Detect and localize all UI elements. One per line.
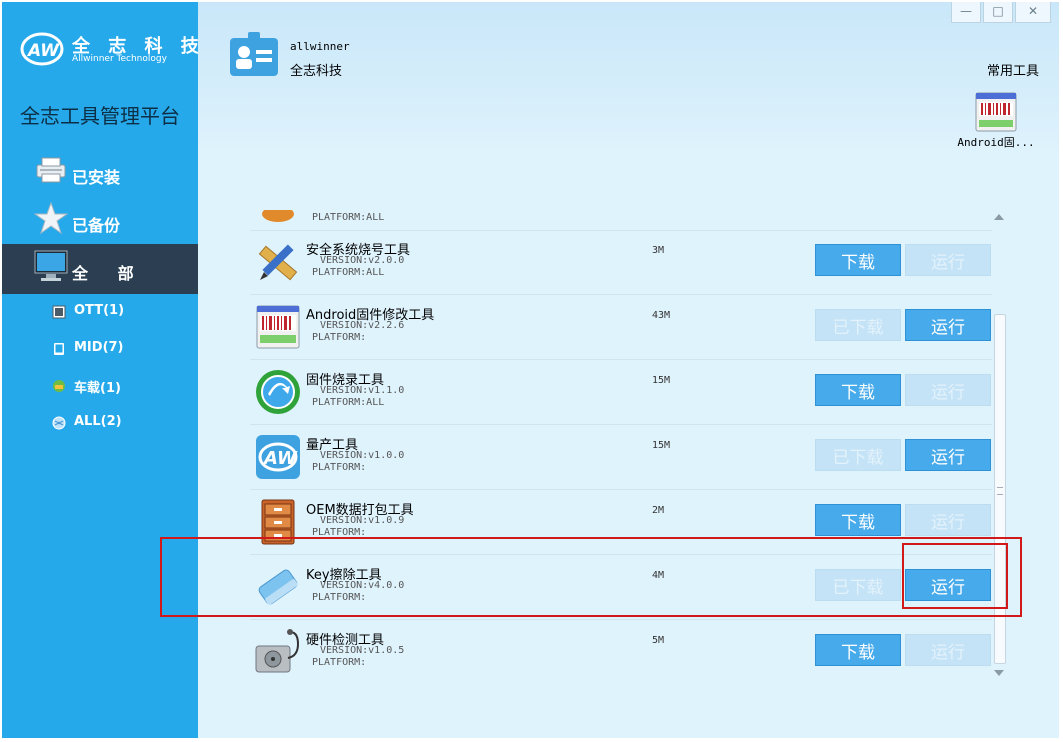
tool-size: 15M xyxy=(652,375,671,386)
nav-backed-up-label: 已备份 xyxy=(72,216,121,235)
tool-row: AW 量产工具 VERSION:v1.0.0 PLATFORM: 15M 已下载… xyxy=(250,425,992,490)
download-button[interactable]: 下载 xyxy=(815,504,901,536)
tool-version: VERSION:v1.0.9 xyxy=(320,515,405,526)
allwinner-logo-icon: AW xyxy=(256,435,300,479)
nav-all-label: 全 部 xyxy=(72,264,146,283)
category-all-label: ALL(2) xyxy=(74,414,122,429)
tool-row: 硬件检测工具 VERSION:v1.0.5 PLATFORM: 5M 下载 运行 xyxy=(250,620,992,680)
sidebar: AW 全 志 科 技 Allwinner Technology 全志工具管理平台… xyxy=(2,2,199,738)
category-car-label: 车载(1) xyxy=(74,381,121,396)
grip-icon xyxy=(997,487,1003,495)
tool-version: VERSION:v1.1.0 xyxy=(320,385,405,396)
tool-version: VERSION:v1.0.5 xyxy=(320,645,405,656)
pencil-ruler-icon xyxy=(258,244,298,281)
run-button[interactable]: 运行 xyxy=(905,309,991,341)
download-button[interactable]: 下载 xyxy=(815,244,901,276)
monitor-icon xyxy=(34,250,68,281)
logo: AW 全 志 科 技 Allwinner Technology xyxy=(20,30,199,74)
tool-row: 固件烧录工具 VERSION:v1.1.0 PLATFORM:ALL 15M 下… xyxy=(250,360,992,425)
org-subtitle: 全志科技 xyxy=(290,64,343,79)
globe-icon xyxy=(52,416,66,430)
tool-platform: PLATFORM: xyxy=(312,332,367,343)
run-button[interactable]: 运行 xyxy=(905,439,991,471)
id-card-icon xyxy=(230,32,278,76)
tool-row: 安全系统烧号工具 VERSION:v2.0.0 PLATFORM:ALL 3M … xyxy=(250,230,992,295)
run-button[interactable]: 运行 xyxy=(905,374,991,406)
printer-icon xyxy=(36,157,66,183)
platform-title: 全志工具管理平台 xyxy=(20,104,180,128)
tool-row: PLATFORM:ALL xyxy=(250,210,992,231)
tablet-icon xyxy=(54,343,64,355)
app-window: AW 全 志 科 技 Allwinner Technology 全志工具管理平台… xyxy=(2,2,1059,738)
tool-version: VERSION:v1.0.0 xyxy=(320,450,405,461)
scroll-up-arrow-icon[interactable] xyxy=(994,214,1004,220)
tool-size: 43M xyxy=(652,310,671,321)
tool-row: Android固件修改工具 VERSION:v2.2.6 PLATFORM: 4… xyxy=(250,295,992,360)
downloaded-button[interactable]: 已下载 xyxy=(815,439,901,471)
svg-text:AW: AW xyxy=(262,448,298,469)
run-button[interactable]: 运行 xyxy=(905,244,991,276)
tool-version: VERSION:v2.0.0 xyxy=(320,255,405,266)
download-button[interactable]: 下载 xyxy=(815,374,901,406)
run-button[interactable]: 运行 xyxy=(905,634,991,666)
org-name: allwinner xyxy=(290,40,350,53)
downloaded-button[interactable]: 已下载 xyxy=(815,309,901,341)
stethoscope-drive-icon xyxy=(255,629,300,673)
tool-platform: PLATFORM:ALL xyxy=(312,397,385,408)
barcode-icon xyxy=(256,305,300,349)
tool-size: 3M xyxy=(652,245,665,256)
minimize-button[interactable]: — xyxy=(951,2,981,23)
scroll-down-arrow-icon[interactable] xyxy=(994,670,1004,676)
firmware-burn-icon xyxy=(256,370,300,414)
tool-version: VERSION:v2.2.6 xyxy=(320,320,405,331)
car-icon xyxy=(53,380,65,392)
nav-backed-up[interactable]: 已备份 xyxy=(2,196,198,246)
category-mid-label: MID(7) xyxy=(74,340,124,355)
tool-platform: PLATFORM: xyxy=(312,657,367,668)
common-tool-android-firmware[interactable]: Android固... xyxy=(955,92,1037,149)
download-button[interactable]: 下载 xyxy=(815,634,901,666)
tool-size: 15M xyxy=(652,440,671,451)
highlight-run-button-box xyxy=(902,543,1008,609)
star-icon xyxy=(34,202,68,234)
tool-icon xyxy=(262,210,294,222)
tool-platform: PLATFORM:ALL xyxy=(312,267,385,278)
logo-text-en: Allwinner Technology xyxy=(72,54,167,64)
svg-text:AW: AW xyxy=(26,41,60,61)
maximize-button[interactable]: □ xyxy=(983,2,1013,23)
barcode-icon xyxy=(975,92,1017,132)
window-controls: — □ ✕ xyxy=(951,2,1051,24)
category-ott-label: OTT(1) xyxy=(74,303,125,318)
header: allwinner 全志科技 — □ ✕ 常用工具 Android固... xyxy=(198,2,1059,150)
common-tool-label: Android固... xyxy=(957,136,1035,149)
nav-installed[interactable]: 已安装 xyxy=(2,148,198,198)
nav-all[interactable]: 全 部 xyxy=(2,244,198,294)
tv-icon xyxy=(52,305,66,319)
common-tools-title: 常用工具 xyxy=(986,64,1039,79)
tool-size: 5M xyxy=(652,635,665,646)
allwinner-logo-icon: AW xyxy=(20,32,64,66)
highlight-row-box xyxy=(160,537,1022,617)
tool-platform: PLATFORM:ALL xyxy=(312,212,385,223)
tool-size: 2M xyxy=(652,505,665,516)
close-button[interactable]: ✕ xyxy=(1015,2,1051,23)
nav-installed-label: 已安装 xyxy=(72,168,121,187)
run-button[interactable]: 运行 xyxy=(905,504,991,536)
tool-platform: PLATFORM: xyxy=(312,462,367,473)
